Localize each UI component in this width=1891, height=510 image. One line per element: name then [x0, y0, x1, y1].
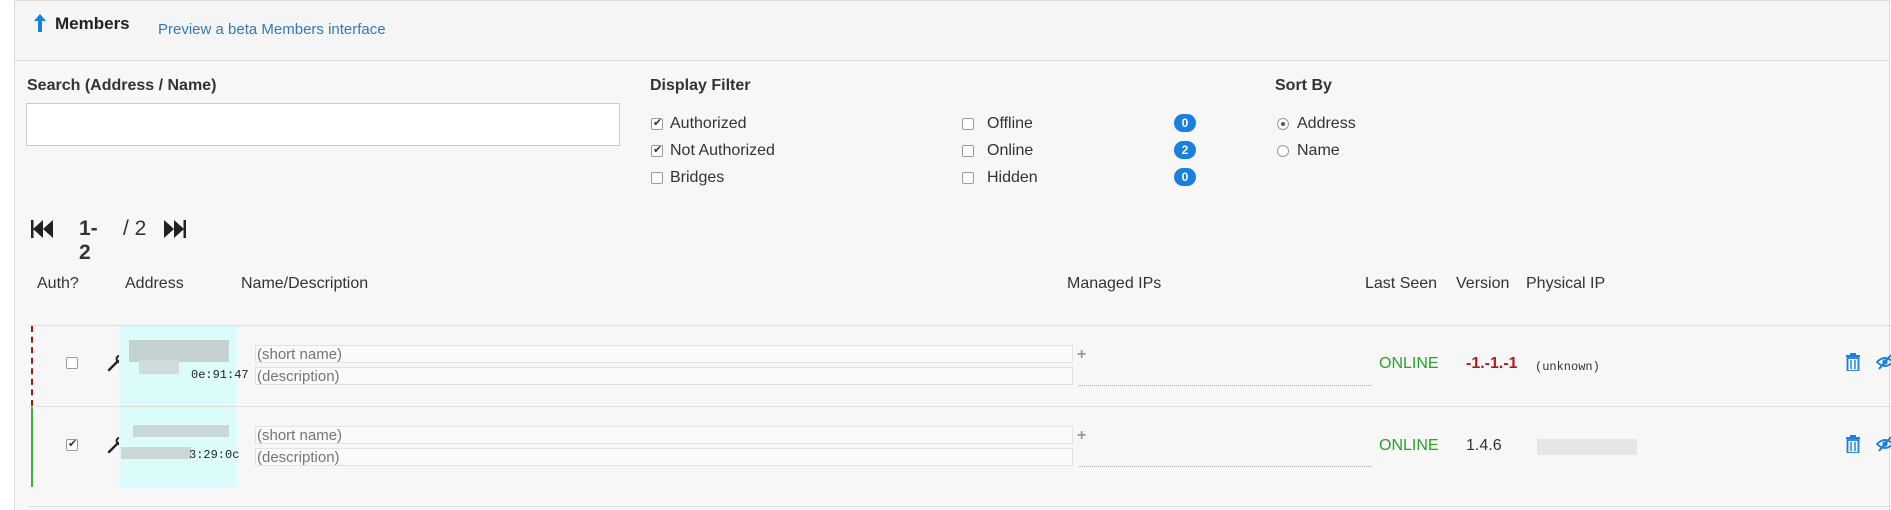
col-header-last-seen[interactable]: Last Seen [1365, 275, 1437, 293]
sort-by-label: Sort By [1275, 77, 1332, 94]
table-row: 3:29:0c + ONLINE 1.4.6 [31, 407, 1891, 487]
online-count-badge: 2 [1174, 141, 1196, 159]
managed-ip-input[interactable] [1079, 385, 1371, 386]
fast-backward-icon[interactable] [31, 219, 55, 239]
filter-not-authorized-checkbox[interactable] [651, 143, 663, 157]
sort-address-radio[interactable] [1277, 118, 1289, 130]
trash-icon[interactable] [1845, 353, 1861, 371]
sort-name-label: Name [1297, 142, 1340, 159]
short-name-input[interactable] [255, 426, 1073, 444]
hidden-count-badge: 0 [1174, 168, 1196, 186]
last-seen-status: ONLINE [1379, 355, 1439, 372]
row-status-border [31, 326, 33, 406]
arrow-up-icon[interactable] [32, 13, 48, 33]
row-divider [29, 506, 1891, 507]
col-header-managed-ips: Managed IPs [1067, 275, 1162, 292]
filter-authorized-checkbox[interactable] [651, 116, 663, 130]
filter-offline-checkbox[interactable] [962, 118, 974, 130]
address-suffix: 3:29:0c [189, 448, 240, 462]
redacted-address [139, 360, 179, 374]
filter-online-checkbox[interactable] [962, 145, 974, 157]
version-value: -1.-1.-1 [1466, 355, 1518, 372]
panel-header: Members Preview a beta Members interface [15, 1, 1889, 61]
last-seen-status: ONLINE [1379, 437, 1439, 454]
authorize-checkbox[interactable] [66, 437, 78, 451]
beta-interface-link[interactable]: Preview a beta Members interface [158, 21, 386, 38]
address-suffix: 0e:91:47 [191, 368, 249, 382]
filter-hidden-label: Hidden [987, 169, 1038, 186]
address-cell: 0e:91:47 [119, 326, 249, 406]
offline-count-badge: 0 [1174, 114, 1196, 132]
sort-address-label: Address [1297, 115, 1356, 132]
description-input[interactable] [255, 367, 1073, 385]
filter-hidden-checkbox[interactable] [962, 172, 974, 184]
description-input[interactable] [255, 448, 1073, 466]
physical-ip-value: (unknown) [1535, 360, 1600, 374]
filter-authorized-label: Authorized [670, 115, 747, 132]
col-header-version[interactable]: Version [1456, 275, 1509, 293]
fast-forward-icon[interactable] [162, 219, 186, 239]
panel-title: Members [55, 14, 130, 33]
managed-ip-input[interactable] [1079, 466, 1371, 467]
redacted-physical-ip [1537, 439, 1637, 455]
col-header-address[interactable]: Address [125, 275, 184, 293]
short-name-input[interactable] [255, 345, 1073, 363]
filter-bridges-label: Bridges [670, 169, 725, 186]
page-total: / 2 [123, 217, 147, 240]
filter-bridges-checkbox[interactable] [651, 172, 663, 184]
address-cell: 3:29:0c [119, 407, 240, 487]
col-header-name[interactable]: Name/Description [241, 275, 368, 293]
display-filter-label: Display Filter [650, 77, 751, 94]
col-header-physical-ip[interactable]: Physical IP [1526, 275, 1605, 293]
plus-icon[interactable]: + [1077, 427, 1086, 445]
redacted-address [133, 425, 229, 437]
trash-icon[interactable] [1845, 435, 1861, 453]
version-value: 1.4.6 [1466, 437, 1502, 454]
authorize-checkbox[interactable] [66, 357, 78, 369]
members-panel: Members Preview a beta Members interface… [14, 0, 1891, 510]
filter-offline-label: Offline [987, 115, 1033, 132]
filter-online-label: Online [987, 142, 1034, 159]
row-status-border [31, 407, 33, 487]
page-range: 1-2 [79, 217, 98, 264]
eye-slash-icon[interactable] [1876, 435, 1891, 453]
sort-name-radio[interactable] [1277, 145, 1289, 157]
table-row: 0e:91:47 + ONLINE -1.-1.-1 (unknown) [31, 326, 1891, 406]
search-label: Search (Address / Name) [27, 77, 217, 94]
redacted-address [121, 447, 191, 459]
eye-slash-icon[interactable] [1876, 353, 1891, 371]
search-input[interactable] [26, 103, 620, 146]
redacted-address [129, 340, 229, 362]
col-header-auth[interactable]: Auth? [37, 275, 79, 293]
plus-icon[interactable]: + [1077, 346, 1086, 364]
filter-not-authorized-label: Not Authorized [670, 142, 775, 159]
